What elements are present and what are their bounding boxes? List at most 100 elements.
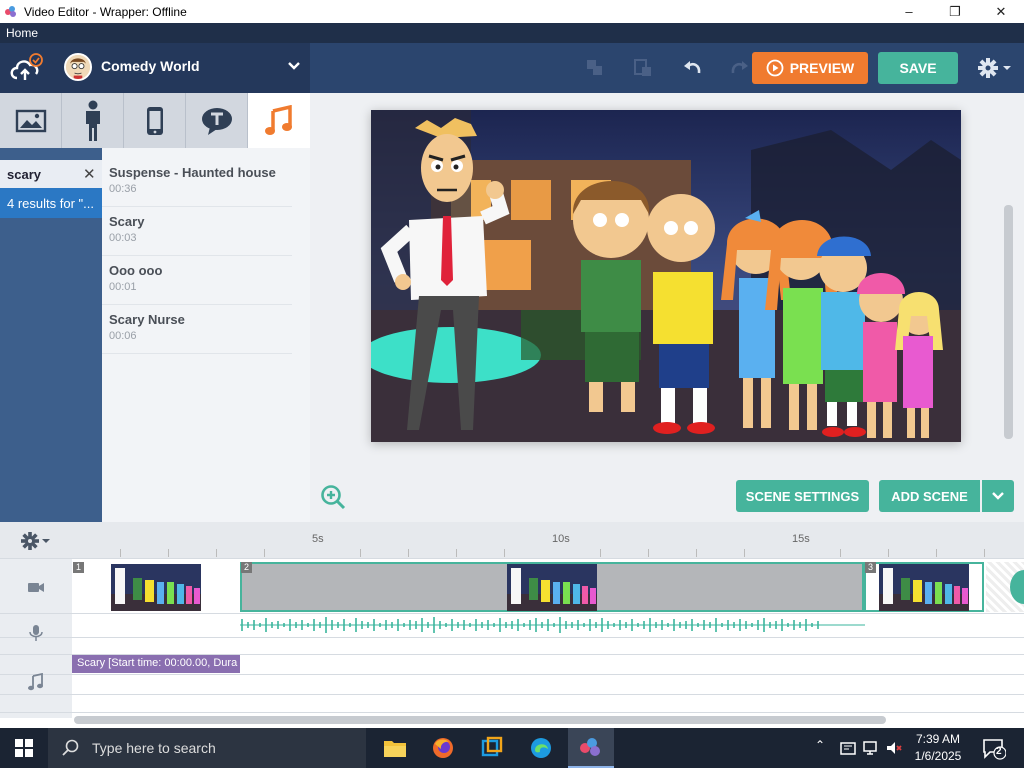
list-item[interactable]: Ooo ooo 00:01	[102, 256, 292, 305]
ruler-tick	[600, 549, 601, 557]
stage-scrollbar[interactable]	[1004, 205, 1013, 439]
edge-app[interactable]	[518, 728, 564, 768]
clear-search-icon[interactable]: ✕	[83, 165, 96, 183]
add-scene-button[interactable]: ADD SCENE	[879, 480, 980, 512]
redo-icon[interactable]	[729, 57, 751, 79]
timeline-scrollbar[interactable]	[74, 716, 886, 724]
ruler-tick	[936, 549, 937, 557]
results-count[interactable]: 4 results for "...	[0, 188, 102, 218]
chevron-down-icon	[992, 492, 1004, 500]
zoom-in-icon[interactable]	[320, 484, 346, 510]
wrapper-app-icon	[580, 738, 600, 756]
maximize-button[interactable]: ❐	[932, 0, 978, 23]
tab-music[interactable]	[248, 93, 310, 148]
close-window-button[interactable]: ✕	[978, 0, 1024, 23]
tab-backgrounds[interactable]	[0, 93, 62, 148]
chevron-up-icon[interactable]: ⌃	[815, 738, 833, 758]
minimize-button[interactable]: –	[886, 0, 932, 23]
phone-icon	[146, 106, 163, 135]
track-name: Suspense - Haunted house	[109, 165, 276, 180]
preview-label: PREVIEW	[789, 60, 855, 76]
ruler-tick	[264, 549, 265, 557]
divider	[0, 694, 1024, 695]
track-duration: 00:36	[109, 183, 137, 195]
play-circle-icon	[766, 59, 784, 77]
ruler-tick	[408, 549, 409, 557]
microphone-icon	[29, 625, 43, 641]
tab-characters[interactable]	[62, 93, 124, 148]
paste-icon[interactable]	[632, 57, 654, 79]
track-name: Ooo ooo	[109, 263, 163, 278]
voice-audio-clip[interactable]	[240, 614, 865, 636]
scene-thumbnail	[507, 564, 597, 611]
wrapper-offline-app[interactable]	[568, 728, 614, 768]
list-item[interactable]: Scary Nurse 00:06	[102, 305, 292, 354]
ruler-tick	[216, 549, 217, 557]
undo-icon[interactable]	[681, 57, 703, 79]
track-duration: 00:06	[109, 330, 137, 342]
cloud-upload-icon[interactable]	[8, 52, 44, 84]
ruler-label: 15s	[792, 533, 810, 545]
image-icon	[15, 109, 46, 132]
menu-home[interactable]: Home	[6, 26, 38, 40]
divider	[0, 558, 1024, 559]
avatar[interactable]	[64, 53, 92, 81]
notification-center-button[interactable]: 2	[982, 738, 1007, 760]
track-name: Scary	[109, 214, 145, 229]
track-name: Scary Nurse	[109, 312, 185, 327]
save-button[interactable]: SAVE	[878, 52, 958, 84]
track-duration: 00:01	[109, 281, 137, 293]
scene-settings-button[interactable]: SCENE SETTINGS	[736, 480, 869, 512]
timeline-settings-icon[interactable]	[20, 531, 52, 551]
app-boxes-icon	[481, 736, 503, 757]
start-button[interactable]	[0, 728, 48, 768]
divider	[0, 674, 1024, 675]
project-title[interactable]: Comedy World	[101, 58, 200, 74]
menu-bar: Home	[0, 23, 1024, 43]
network-icon[interactable]	[862, 738, 880, 758]
tab-text[interactable]	[186, 93, 248, 148]
timeline-ruler[interactable]	[0, 522, 1024, 558]
scene-stage[interactable]	[371, 110, 961, 442]
music-note-icon	[265, 104, 292, 135]
scene-thumbnail	[879, 564, 969, 611]
search-value: scary	[7, 167, 41, 182]
ruler-label: 10s	[552, 533, 570, 545]
system-clock[interactable]: 7:39 AM 1/6/2025	[908, 731, 968, 765]
person-icon	[85, 100, 100, 141]
scene-number: 3	[865, 562, 876, 573]
add-scene-dropdown[interactable]	[982, 480, 1014, 512]
file-explorer-app[interactable]	[372, 728, 418, 768]
app-icon-boxes[interactable]	[469, 728, 515, 768]
track-list: Suspense - Haunted house 00:36 Scary 00:…	[102, 148, 310, 522]
search-icon	[62, 739, 79, 756]
scene-number: 2	[241, 562, 252, 573]
chevron-down-icon[interactable]	[286, 60, 302, 72]
wrapper-app-icon	[5, 5, 16, 17]
notification-icon	[983, 739, 1007, 760]
notification-count: 2	[996, 746, 1002, 757]
music-note-icon	[28, 673, 43, 691]
gear-icon[interactable]	[976, 56, 1016, 80]
search-input[interactable]: scary ✕	[0, 160, 102, 188]
tab-props[interactable]	[124, 93, 186, 148]
speech-bubble-icon	[201, 107, 232, 135]
volume-muted-icon[interactable]	[885, 738, 903, 758]
preview-button[interactable]: PREVIEW	[752, 52, 868, 84]
divider	[0, 637, 1024, 638]
scene-number: 1	[73, 562, 84, 573]
ruler-tick	[744, 549, 745, 557]
ruler-tick	[840, 549, 841, 557]
tray-app-icon[interactable]	[839, 738, 857, 758]
list-item[interactable]: Suspense - Haunted house 00:36	[102, 158, 292, 207]
window-titlebar: Video Editor - Wrapper: Offline	[0, 0, 1024, 23]
video-camera-icon	[28, 583, 44, 592]
taskbar-search-input[interactable]: Type here to search	[48, 728, 366, 768]
music-clip[interactable]: Scary [Start time: 00:00.00, Dura	[72, 655, 240, 673]
ruler-tick	[888, 549, 889, 557]
list-item[interactable]: Scary 00:03	[102, 207, 292, 256]
firefox-app[interactable]	[420, 728, 466, 768]
ruler-tick	[648, 549, 649, 557]
copy-icon[interactable]	[584, 57, 606, 79]
ruler-tick	[456, 549, 457, 557]
